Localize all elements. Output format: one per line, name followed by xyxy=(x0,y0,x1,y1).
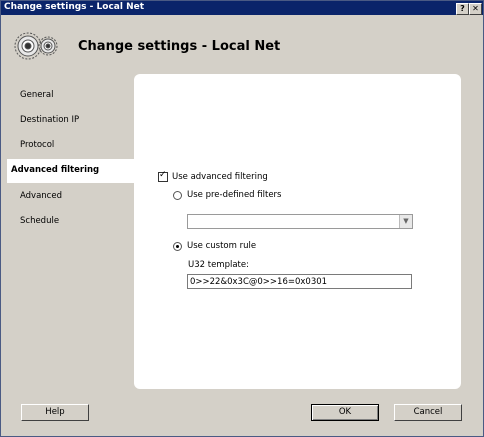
custom-rule-radio[interactable] xyxy=(173,242,182,251)
sidebar-item-label: Schedule xyxy=(20,216,60,226)
predefined-filters-label[interactable]: Use pre-defined filters xyxy=(187,190,281,200)
u32-template-label: U32 template: xyxy=(188,260,249,270)
u32-template-input[interactable] xyxy=(187,274,412,289)
ok-button[interactable]: OK xyxy=(311,404,379,421)
sidebar-item-schedule[interactable]: Schedule xyxy=(1,210,134,234)
sidebar-item-general[interactable]: General xyxy=(1,84,134,108)
dialog-window: Change settings - Local Net ? ✕ Change s… xyxy=(0,0,484,437)
sidebar-item-advanced-filtering[interactable]: Advanced filtering xyxy=(7,159,134,183)
sidebar-item-label: Advanced xyxy=(20,191,62,201)
use-advanced-filtering-label[interactable]: Use advanced filtering xyxy=(172,172,268,182)
help-title-button[interactable]: ? xyxy=(456,3,469,15)
sidebar-item-label: General xyxy=(20,90,54,100)
sidebar-item-label: Advanced filtering xyxy=(11,165,100,175)
cancel-button[interactable]: Cancel xyxy=(394,404,462,421)
sidebar-item-destination-ip[interactable]: Destination IP xyxy=(1,109,134,133)
title-bar[interactable]: Change settings - Local Net ? ✕ xyxy=(1,1,483,15)
page-title: Change settings - Local Net xyxy=(78,39,281,54)
predefined-filters-radio[interactable] xyxy=(173,191,182,200)
close-button[interactable]: ✕ xyxy=(469,3,482,15)
custom-rule-label[interactable]: Use custom rule xyxy=(187,241,256,251)
window-title: Change settings - Local Net xyxy=(4,2,145,12)
gears-icon xyxy=(14,32,58,60)
sidebar-item-protocol[interactable]: Protocol xyxy=(1,134,134,158)
use-advanced-filtering-checkbox[interactable] xyxy=(158,170,168,182)
sidebar-item-label: Destination IP xyxy=(20,115,80,125)
predefined-filters-select[interactable]: ▼ xyxy=(187,214,413,229)
sidebar-item-label: Protocol xyxy=(20,140,55,150)
chevron-down-icon[interactable]: ▼ xyxy=(399,215,412,228)
help-button[interactable]: Help xyxy=(21,404,89,421)
sidebar-item-advanced[interactable]: Advanced xyxy=(1,185,134,209)
settings-panel xyxy=(134,74,461,389)
dialog-header: Change settings - Local Net xyxy=(1,15,483,70)
